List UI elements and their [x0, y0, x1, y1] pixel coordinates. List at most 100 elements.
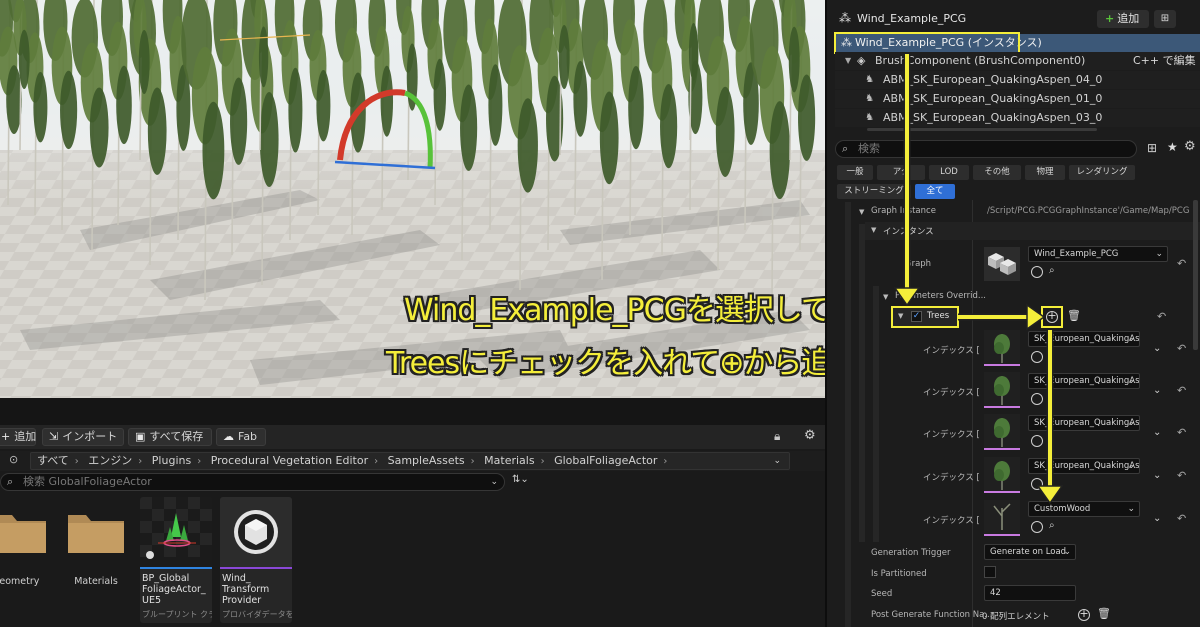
- browse-icon[interactable]: ⌕: [1049, 477, 1055, 488]
- reset-icon[interactable]: ↶: [1157, 310, 1166, 323]
- mesh-selector[interactable]: SK_European_QuakingAs ⌄: [1028, 373, 1140, 389]
- breadcrumb-item-plugins[interactable]: Plugins: [152, 454, 191, 467]
- graph-selector[interactable]: Wind_Example_PCG ⌄: [1028, 246, 1168, 262]
- filter-general[interactable]: 一般: [837, 165, 873, 180]
- add-component-button[interactable]: + 追加: [1097, 10, 1149, 28]
- folder-icon: [68, 515, 124, 553]
- trash-icon[interactable]: 🗑︎: [1097, 607, 1111, 620]
- component-row-aspen-01[interactable]: ♞ ABM_SK_European_QuakingAspen_01_0: [835, 90, 1200, 108]
- lock-icon[interactable]: 🔒︎: [774, 429, 780, 444]
- chevron-down-icon[interactable]: ⌄: [490, 474, 498, 490]
- asset-type-bar: [140, 567, 212, 569]
- chevron-down-icon[interactable]: ⌄: [1153, 470, 1161, 481]
- chevron-right-icon: ›: [470, 456, 475, 467]
- mesh-selector[interactable]: SK_European_QuakingAs ⌄: [1028, 415, 1140, 431]
- instance-section-header[interactable]: ▼ インスタンス: [865, 222, 1200, 240]
- filter-streaming[interactable]: ストリーミング: [837, 184, 911, 199]
- sort-icon[interactable]: ⇅⌄: [512, 474, 529, 485]
- tree-thumbnail-icon: [984, 500, 1020, 534]
- breadcrumb-item-engine[interactable]: エンジン: [88, 454, 132, 467]
- details-search-input[interactable]: ⌕ 検索: [835, 140, 1137, 158]
- details-scrollbar[interactable]: [1193, 200, 1198, 350]
- reset-icon[interactable]: ↶: [1177, 512, 1186, 525]
- reset-icon[interactable]: ↶: [1177, 342, 1186, 355]
- tree-foliage: [89, 87, 109, 168]
- filter-misc[interactable]: その他: [973, 165, 1021, 180]
- annotation-line-2: Treesにチェックを入れて⊕から追加: [386, 346, 825, 381]
- use-selected-icon[interactable]: [1031, 351, 1043, 363]
- chevron-down-icon[interactable]: ⌄: [1153, 427, 1161, 438]
- column-divider: [972, 200, 973, 627]
- import-button[interactable]: ⇲ インポート: [42, 428, 124, 446]
- filter-lod[interactable]: LOD: [929, 165, 969, 180]
- level-viewport[interactable]: Wind_Example_PCGを選択して、 Treesにチェックを入れて⊕から…: [0, 0, 825, 398]
- indent-gutter: [873, 286, 879, 542]
- blueprint-button[interactable]: ⊞: [1154, 10, 1176, 28]
- breadcrumb-item-all[interactable]: すべて: [37, 454, 69, 467]
- folder-geometry[interactable]: Geometry: [0, 497, 52, 623]
- add-button[interactable]: + 追加: [0, 428, 36, 446]
- generation-trigger-select[interactable]: Generate on Load ⌄: [984, 544, 1076, 560]
- mesh-thumbnail: [984, 414, 1020, 450]
- breadcrumb-item-pve[interactable]: Procedural Vegetation Editor: [211, 454, 368, 467]
- breadcrumb-item-materials[interactable]: Materials: [484, 454, 534, 467]
- seed-input[interactable]: 42: [984, 585, 1076, 601]
- component-row-brush[interactable]: ▼ ◈ BrushComponent (BrushComponent0) C++…: [835, 52, 1200, 70]
- use-selected-icon[interactable]: [1031, 435, 1043, 447]
- filter-all[interactable]: 全て: [915, 184, 955, 199]
- breadcrumb-item-globalfoliageactor[interactable]: GlobalFoliageActor: [554, 454, 657, 467]
- mesh-selector[interactable]: SK_European_QuakingAs ⌄: [1028, 458, 1140, 474]
- component-row-aspen-04[interactable]: ♞ ABM_SK_European_QuakingAspen_04_0: [835, 71, 1200, 89]
- fab-icon: ☁: [223, 430, 234, 443]
- grid-view-icon[interactable]: ⊞: [1147, 141, 1157, 155]
- reset-icon[interactable]: ↶: [1177, 384, 1186, 397]
- breadcrumb-item-sampleassets[interactable]: SampleAssets: [388, 454, 465, 467]
- right-panel: ⁂ Wind_Example_PCG + 追加 ⊞ ⁂ Wind_Example_…: [825, 0, 1200, 627]
- plus-icon: +: [1, 430, 11, 443]
- asset-bp-global-foliageactor[interactable]: BP_Global FoliageActor_ UE5 ブループリント クラス: [140, 497, 212, 623]
- mesh-selector[interactable]: SK_European_QuakingAs ⌄: [1028, 331, 1140, 347]
- use-selected-icon[interactable]: [1031, 393, 1043, 405]
- trash-icon[interactable]: 🗑︎: [1067, 309, 1081, 322]
- star-icon[interactable]: ★: [1167, 140, 1178, 154]
- mesh-selector[interactable]: CustomWood ⌄: [1028, 501, 1140, 517]
- filter-physics[interactable]: 物理: [1025, 165, 1065, 180]
- reset-icon[interactable]: ↶: [1177, 257, 1186, 270]
- chevron-down-icon[interactable]: ⌄: [1153, 343, 1161, 354]
- reset-icon[interactable]: ↶: [1177, 426, 1186, 439]
- fab-button[interactable]: ☁ Fab: [216, 428, 266, 446]
- save-icon: ▣: [135, 430, 146, 443]
- chevron-down-icon: ⌄: [1127, 504, 1135, 514]
- browse-icon[interactable]: ⌕: [1049, 520, 1055, 531]
- gear-icon[interactable]: ⚙: [804, 428, 816, 443]
- chevron-down-icon[interactable]: ⌄: [1153, 513, 1161, 524]
- filter-actor[interactable]: アク: [877, 165, 925, 180]
- folder-materials[interactable]: Materials: [64, 497, 128, 623]
- browse-icon[interactable]: ⌕: [1049, 434, 1055, 445]
- asset-wind-transform-provider[interactable]: Wind_ Transform Provider プロバイダデータを: [220, 497, 292, 623]
- browse-icon[interactable]: ⌕: [1049, 392, 1055, 403]
- asset-search-input[interactable]: ⌕ 検索 GlobalFoliageActor ⌄: [0, 473, 505, 491]
- highlight-add-element: [1041, 306, 1063, 328]
- save-all-button[interactable]: ▣ すべて保存: [128, 428, 212, 446]
- component-row-aspen-03[interactable]: ♞ ABM_SK_European_QuakingAspen_03_0: [835, 109, 1200, 127]
- use-selected-icon[interactable]: [1031, 266, 1043, 278]
- browse-icon[interactable]: ⌕: [1049, 265, 1055, 276]
- data-asset-thumbnail: [220, 497, 292, 567]
- chevron-down-icon[interactable]: ⌄: [773, 453, 781, 469]
- browse-icon[interactable]: ⌕: [1049, 350, 1055, 361]
- chevron-down-icon[interactable]: ⌄: [1153, 385, 1161, 396]
- is-partitioned-checkbox[interactable]: [984, 566, 996, 578]
- tree-foliage: [288, 67, 303, 153]
- use-selected-icon[interactable]: [1031, 521, 1043, 533]
- tree-thumbnail-icon: [984, 330, 1020, 364]
- chevron-right-icon: ›: [138, 456, 143, 467]
- reset-icon[interactable]: ↶: [1177, 469, 1186, 482]
- gear-icon[interactable]: ⚙: [1184, 139, 1196, 154]
- tree-thumbnail-icon: [984, 414, 1020, 448]
- use-selected-icon[interactable]: [1031, 478, 1043, 490]
- history-icon[interactable]: ⊙: [9, 453, 18, 466]
- filter-rendering[interactable]: レンダリング: [1069, 165, 1135, 180]
- outliner-scrollbar[interactable]: [867, 128, 1097, 131]
- edit-cpp-link[interactable]: C++ で編集: [1133, 52, 1196, 70]
